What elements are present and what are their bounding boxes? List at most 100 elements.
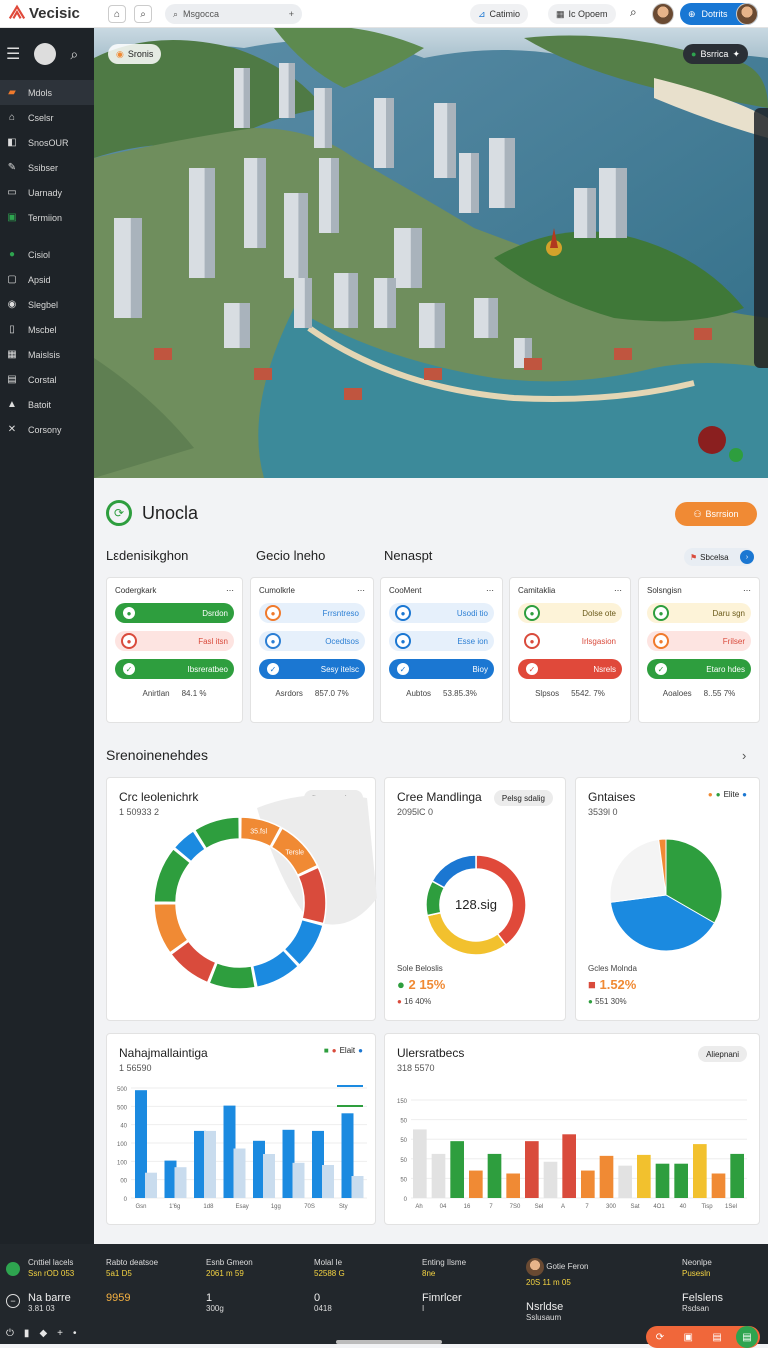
sidebar-item-11[interactable]: ▤ Corstal xyxy=(0,367,94,392)
footer-column[interactable]: Neonlpe Pusesln Felslens Rsdsan xyxy=(682,1258,723,1313)
bar[interactable] xyxy=(655,1163,670,1198)
bar[interactable] xyxy=(263,1154,275,1198)
sidebar-item-4[interactable]: ▭ Uarnady xyxy=(0,180,94,205)
metric-row[interactable]: ✓ Sesy itelsc xyxy=(259,659,365,679)
bar[interactable] xyxy=(174,1167,187,1198)
metric-card[interactable]: CooMent ⋯ ● Usodi tio ● Esse ion ✓ Bioy Aubtos 53… xyxy=(380,577,503,723)
globe-icon[interactable] xyxy=(34,43,57,65)
metric-card[interactable]: Solsngisn ⋯ ● Daru sgn ● Frilser ✓ Etaro hdes Ao… xyxy=(638,577,760,723)
dot-icon[interactable]: • xyxy=(73,1328,77,1339)
sidebar-item-10[interactable]: ▦ Maislsis xyxy=(0,342,94,367)
more-icon[interactable]: ⋯ xyxy=(357,586,365,595)
bar[interactable] xyxy=(562,1134,576,1198)
metric-row[interactable]: ● Fasl itsn xyxy=(115,631,234,651)
menu-icon[interactable]: ☰ xyxy=(6,44,20,64)
metric-row[interactable]: ● Esse ion xyxy=(389,631,494,651)
metric-row[interactable]: ● Frrsntreso xyxy=(259,603,365,623)
overview-filter-pill[interactable]: ⚑ Sbcelsa › xyxy=(684,548,754,566)
metric-row[interactable]: ● Dsrdon xyxy=(115,603,234,623)
save-button[interactable]: ▤ xyxy=(736,1326,758,1348)
metric-row[interactable]: ● Frilser xyxy=(647,631,751,651)
sidebar-item-5[interactable]: ▣ Termiion xyxy=(0,205,94,230)
bar[interactable] xyxy=(693,1144,707,1198)
sidebar-item-8[interactable]: ◉ Slegbel xyxy=(0,292,94,317)
bar[interactable] xyxy=(204,1130,216,1198)
avatar[interactable] xyxy=(652,3,674,25)
search-icon[interactable]: ⌕ xyxy=(70,46,78,63)
lock-icon[interactable]: ⌂ xyxy=(108,5,126,23)
more-icon[interactable]: ⋯ xyxy=(614,586,622,595)
metric-row[interactable]: ● Irlsgasion xyxy=(518,631,622,651)
search-icon[interactable]: ⌕ xyxy=(630,5,637,20)
hero-side-rail[interactable] xyxy=(754,108,768,368)
sidebar-item-13[interactable]: ✕ Corsony xyxy=(0,417,94,442)
cup-icon[interactable]: ▣ xyxy=(684,1332,693,1343)
chevron-right-icon[interactable]: › xyxy=(742,748,746,763)
sidebar-item-3[interactable]: ✎ Ssibser xyxy=(0,155,94,180)
metric-card[interactable]: Cumolkrle ⋯ ● Frrsntreso ● Ocedtsos ✓ Sesy itel… xyxy=(250,577,374,723)
catimio-pill[interactable]: ⊿ Catimio xyxy=(470,4,529,24)
bar[interactable] xyxy=(506,1173,520,1199)
bar[interactable] xyxy=(431,1153,446,1198)
bar[interactable] xyxy=(730,1153,744,1198)
bar[interactable] xyxy=(487,1153,502,1198)
bar[interactable] xyxy=(413,1129,427,1198)
more-icon[interactable]: ⋯ xyxy=(486,586,494,595)
pie-slice[interactable] xyxy=(431,854,477,889)
more-icon[interactable]: ⋯ xyxy=(743,586,751,595)
sidebar-item-2[interactable]: ◧ SnosOUR xyxy=(0,130,94,155)
bar[interactable] xyxy=(581,1170,595,1198)
metric-row[interactable]: ✓ Nsrels xyxy=(518,659,622,679)
more-icon[interactable]: ⋯ xyxy=(226,586,234,595)
bar[interactable] xyxy=(351,1176,364,1198)
search-icon[interactable]: ⌕ xyxy=(134,5,152,23)
bar[interactable] xyxy=(469,1170,483,1198)
refresh-icon[interactable]: ⟳ xyxy=(106,500,132,526)
bar[interactable] xyxy=(711,1173,726,1199)
metric-row[interactable]: ● Daru sgn xyxy=(647,603,751,623)
sidebar-item-9[interactable]: ▯ Mscbel xyxy=(0,317,94,342)
diamond-icon[interactable]: ◆ xyxy=(39,1328,47,1339)
bar[interactable] xyxy=(599,1155,614,1198)
scroll-handle[interactable] xyxy=(336,1340,442,1344)
pie-slice[interactable] xyxy=(208,961,257,990)
opoem-pill[interactable]: ▦ Ic Opoem xyxy=(548,4,616,24)
pie-slice[interactable] xyxy=(609,838,667,903)
sidebar-item-7[interactable]: ▢ Apsid xyxy=(0,267,94,292)
overview-action-button[interactable]: ⚇ Bsrrsion xyxy=(675,502,757,526)
metric-row[interactable]: ● Usodi tio xyxy=(389,603,494,623)
bar[interactable] xyxy=(637,1154,651,1198)
refresh-icon[interactable]: ⟳ xyxy=(656,1332,664,1343)
avatar[interactable] xyxy=(736,3,758,25)
metric-row[interactable]: ● Dolse ote xyxy=(518,603,622,623)
sidebar-item-1[interactable]: ⌂ Cselsr xyxy=(0,105,94,130)
bar[interactable] xyxy=(292,1162,305,1198)
bar[interactable] xyxy=(525,1141,539,1198)
footer-column[interactable]: Cnttiel lacels Ssn rOD 053 Na barre 3.81 03 xyxy=(28,1258,74,1313)
bar[interactable] xyxy=(322,1165,334,1198)
metric-row[interactable]: ● Ocedtsos xyxy=(259,631,365,651)
add-icon[interactable]: + xyxy=(289,9,294,19)
power-icon[interactable]: ⏻ xyxy=(6,1328,14,1339)
bar[interactable] xyxy=(450,1141,464,1198)
bar[interactable] xyxy=(233,1148,246,1199)
bar[interactable] xyxy=(145,1172,157,1198)
bar-icon[interactable]: ▮ xyxy=(24,1328,30,1339)
metric-row[interactable]: ✓ Etaro hdes xyxy=(647,659,751,679)
footer-column[interactable]: Molal Ie 52588 G 0 0418 xyxy=(314,1258,345,1313)
sidebar-item-0[interactable]: ▰ Mdols xyxy=(0,80,94,105)
footer-column[interactable]: Enting Ilsme 8ne Fimrlcer I xyxy=(422,1258,466,1313)
metric-row[interactable]: ✓ Bioy xyxy=(389,659,494,679)
minus-icon[interactable]: − xyxy=(6,1294,20,1308)
sidebar-item-6[interactable]: ● Cisiol xyxy=(0,242,94,267)
bar[interactable] xyxy=(543,1161,558,1198)
footer-column[interactable]: Rabto deatsoe 5a1 D5 9959 xyxy=(106,1258,158,1304)
footer-column[interactable]: Gotie Feron 20S 11 m 05 Nsrldse Sslusaum xyxy=(526,1258,588,1322)
pie-slice[interactable] xyxy=(426,911,508,956)
footer-column[interactable]: Esnb Gmeon 2061 m 59 1 300g xyxy=(206,1258,253,1313)
plus-icon[interactable]: + xyxy=(57,1328,63,1339)
bar[interactable] xyxy=(618,1165,632,1198)
metric-card[interactable]: Codergkark ⋯ ● Dsrdon ● Fasl itsn ✓ Ibsreratbeo… xyxy=(106,577,243,723)
bar[interactable] xyxy=(674,1163,688,1198)
metric-row[interactable]: ✓ Ibsreratbeo xyxy=(115,659,234,679)
